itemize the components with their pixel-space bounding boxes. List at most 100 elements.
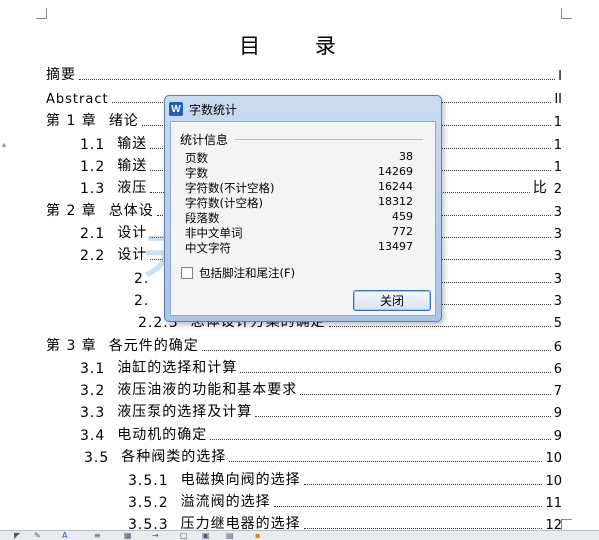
stat-value: 772 <box>392 225 413 238</box>
stat-value: 18312 <box>378 195 413 208</box>
stat-row: 中文字符 13497 <box>185 240 413 255</box>
toc-leader <box>210 439 551 440</box>
toc-leader <box>328 326 551 327</box>
word-count-dialog[interactable]: W 字数统计 统计信息 页数 38 字数 14269 字符数(不计空格) 162… <box>164 95 442 322</box>
toc-leader <box>303 528 543 529</box>
margin-marker: ▴ <box>2 140 7 149</box>
toc-number: 2.1 <box>80 226 106 242</box>
toc-number: 1.3 <box>80 181 106 197</box>
toc-page: I <box>558 69 562 84</box>
toc-number: 2.2 <box>80 248 106 264</box>
toc-leader <box>255 416 551 417</box>
toc-leader <box>273 506 543 507</box>
stat-label: 段落数 <box>185 211 220 225</box>
toc-number: 2. <box>134 271 150 287</box>
toc-entry[interactable]: 第 3 章 各元件的确定 6 <box>46 335 562 355</box>
toc-label: 设计 <box>117 247 148 263</box>
toc-page: 3 <box>553 272 562 287</box>
checkbox-box[interactable] <box>181 267 193 279</box>
toc-label: 设计 <box>117 225 148 241</box>
toc-label: 摘要 <box>46 67 76 83</box>
toc-number: 3.5 <box>84 450 110 466</box>
toc-label: 液压 <box>117 180 148 196</box>
toc-page: 9 <box>553 406 562 421</box>
toc-entry[interactable]: 3.1 油缸的选择和计算 6 <box>80 357 562 377</box>
toc-label: 各元件的确定 <box>108 338 199 354</box>
toc-label: 液压油液的功能和基本要求 <box>117 382 298 398</box>
stat-row: 字符数(计空格) 18312 <box>185 195 413 210</box>
toc-page: 1 <box>553 160 562 175</box>
toc-number: 第 1 章 <box>46 113 97 129</box>
toc-page: 6 <box>553 362 562 377</box>
dialog-body: 统计信息 页数 38 字数 14269 字符数(不计空格) 16244 字符数(… <box>170 121 436 316</box>
toc-label: 输送 <box>117 136 148 152</box>
toc-label: 总体设 <box>108 203 154 219</box>
toc-label: 绪论 <box>108 113 139 129</box>
toc-number: 2. <box>134 293 150 309</box>
toc-page: 10 <box>545 474 562 489</box>
toc-page: 3 <box>553 205 562 220</box>
toc-leader <box>201 350 551 351</box>
stat-value: 38 <box>399 150 413 163</box>
crop-mark-top-right <box>561 8 572 19</box>
dialog-title: 字数统计 <box>189 102 238 117</box>
stat-label: 字符数(计空格) <box>185 196 263 210</box>
stat-value: 459 <box>392 210 413 223</box>
toc-number: 1.1 <box>80 137 106 153</box>
toc-entry[interactable]: 3.5 各种阀类的选择 10 <box>84 446 562 466</box>
toc-number: 第 3 章 <box>46 338 97 354</box>
toc-number: 1.2 <box>80 159 106 175</box>
toc-page: 2 <box>553 182 562 197</box>
toc-label: 各种阀类的选择 <box>121 449 227 465</box>
toc-page: 3 <box>553 227 562 242</box>
toc-number: 3.3 <box>80 405 106 421</box>
toc-number: 第 2 章 <box>46 203 97 219</box>
statistics-group-label: 统计信息 <box>180 133 229 147</box>
statistics-group: 统计信息 页数 38 字数 14269 字符数(不计空格) 16244 字符数(… <box>177 128 431 311</box>
toc-entry[interactable]: 3.2 液压油液的功能和基本要求 7 <box>80 379 562 399</box>
stat-label: 中文字符 <box>185 241 231 255</box>
toc-entry[interactable]: 3.5.1 电磁换向阀的选择 10 <box>128 469 562 489</box>
toc-entry[interactable]: 3.5.2 溢流阀的选择 11 <box>128 491 562 511</box>
toc-label: Abstract <box>46 92 109 107</box>
toc-page: 1 <box>553 138 562 153</box>
toc-page: 7 <box>553 384 562 399</box>
dialog-titlebar[interactable]: W 字数统计 <box>169 99 437 119</box>
toc-label: 电磁换向阀的选择 <box>180 472 301 488</box>
toc-page: 6 <box>553 340 562 355</box>
stat-label: 页数 <box>185 151 208 165</box>
stat-value: 13497 <box>378 240 413 253</box>
checkbox-label: 包括脚注和尾注(F) <box>199 266 296 280</box>
toc-page: 3 <box>553 249 562 264</box>
toc-leader <box>229 461 543 462</box>
toc-page: 5 <box>553 316 562 331</box>
group-divider <box>235 139 423 140</box>
stat-row: 页数 38 <box>185 150 413 165</box>
toc-number: 3.5.1 <box>128 473 169 489</box>
toc-page: 11 <box>545 496 562 511</box>
wps-writer-logo-icon: W <box>169 102 183 116</box>
toc-page: 1 <box>553 115 562 130</box>
toc-leader <box>79 79 556 80</box>
toc-leader <box>303 484 543 485</box>
stat-row: 非中文单词 772 <box>185 225 413 240</box>
toc-entry[interactable]: 3.4 电动机的确定 9 <box>80 424 562 444</box>
toc-number: 3.5.2 <box>128 495 169 511</box>
stat-row: 字符数(不计空格) 16244 <box>185 180 413 195</box>
toc-entry[interactable]: 3.3 液压泵的选择及计算 9 <box>80 401 562 421</box>
toc-page: 3 <box>553 294 562 309</box>
toc-page: 10 <box>545 451 562 466</box>
toc-number: 3.1 <box>80 361 106 377</box>
toc-leader <box>240 372 551 373</box>
toc-title: 目 录 <box>239 34 360 58</box>
toc-entry[interactable]: 摘要 I <box>46 64 562 84</box>
include-footnotes-checkbox[interactable]: 包括脚注和尾注(F) <box>181 265 295 281</box>
stat-label: 字数 <box>185 166 208 180</box>
toc-label: 输送 <box>117 158 148 174</box>
toc-number: 3.2 <box>80 383 106 399</box>
close-button[interactable]: 关闭 <box>353 290 431 311</box>
stat-label: 非中文单词 <box>185 226 243 240</box>
stat-value: 16244 <box>378 180 413 193</box>
stat-label: 字符数(不计空格) <box>185 181 275 195</box>
toc-page: 9 <box>553 429 562 444</box>
